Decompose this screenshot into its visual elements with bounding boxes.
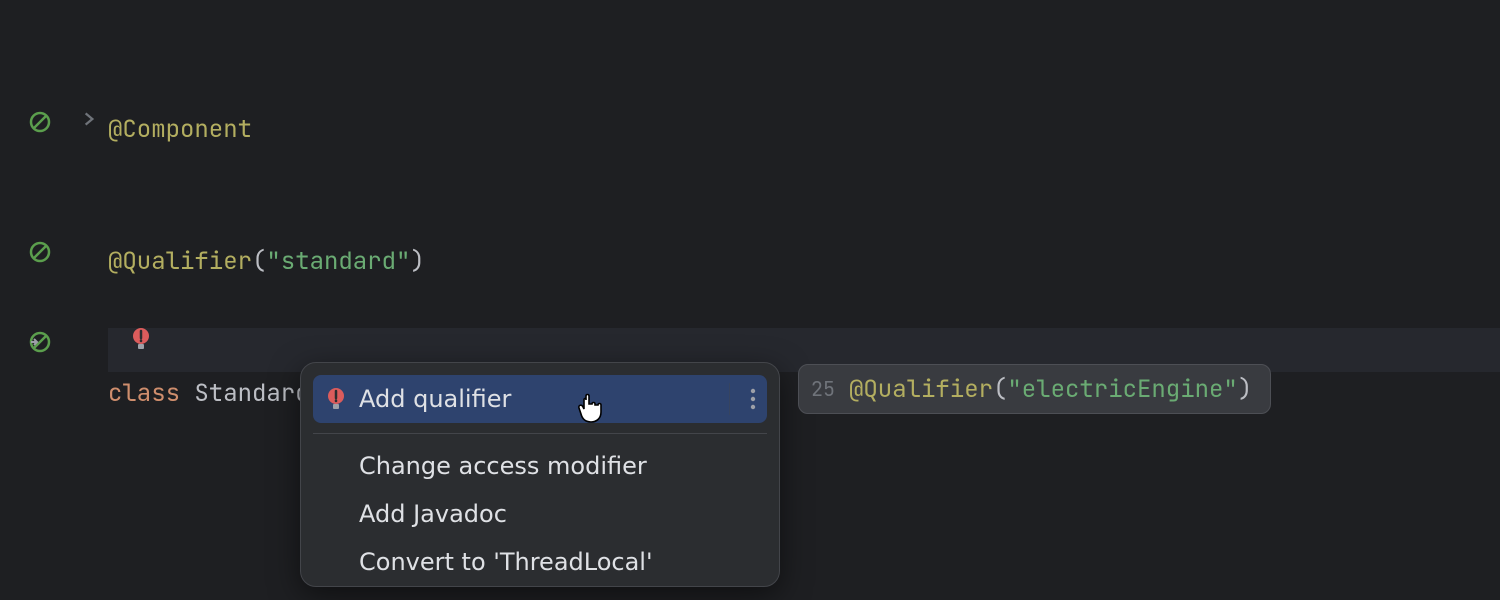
menu-separator [313,433,767,434]
preview-annotation: @Qualifier [849,374,993,405]
punct-close-paren: ) [1238,374,1252,405]
intention-item-add-javadoc[interactable]: Add Javadoc [301,490,779,538]
kebab-menu-icon[interactable] [729,383,761,415]
fold-chevron-icon[interactable] [80,110,98,128]
intention-item-label: Add qualifier [359,385,511,413]
punct-open-paren: ( [252,246,266,277]
punct-open-paren: ( [993,374,1007,405]
punct-close-paren: ) [410,246,424,277]
preview-line-number: 25 [811,376,835,402]
intention-item-label: Add Javadoc [359,500,507,528]
intention-item-add-qualifier[interactable]: Add qualifier [313,375,767,423]
intention-preview-tooltip: 25 @Qualifier("electricEngine") [798,364,1271,414]
intention-bulb-error-icon [325,386,347,412]
gutter-bean-icon[interactable] [28,240,52,264]
string-literal: "standard" [266,246,410,277]
annotation: @Component [108,114,252,145]
intention-bulb-icon[interactable] [130,326,152,352]
intention-item-convert-threadlocal[interactable]: Convert to 'ThreadLocal' [301,538,779,586]
gutter-bean-icon[interactable] [28,110,52,134]
intention-actions-popup: Add qualifier Change access modifier Add… [300,362,780,587]
annotation: @Qualifier [108,246,252,277]
intention-item-label: Change access modifier [359,452,647,480]
keyword-class: class [108,378,180,409]
intention-item-label: Convert to 'ThreadLocal' [359,548,653,576]
intention-item-change-access[interactable]: Change access modifier [301,442,779,490]
editor-gutter [0,0,108,600]
gutter-autowire-icon[interactable] [28,330,52,354]
preview-string: "electricEngine" [1007,374,1237,405]
